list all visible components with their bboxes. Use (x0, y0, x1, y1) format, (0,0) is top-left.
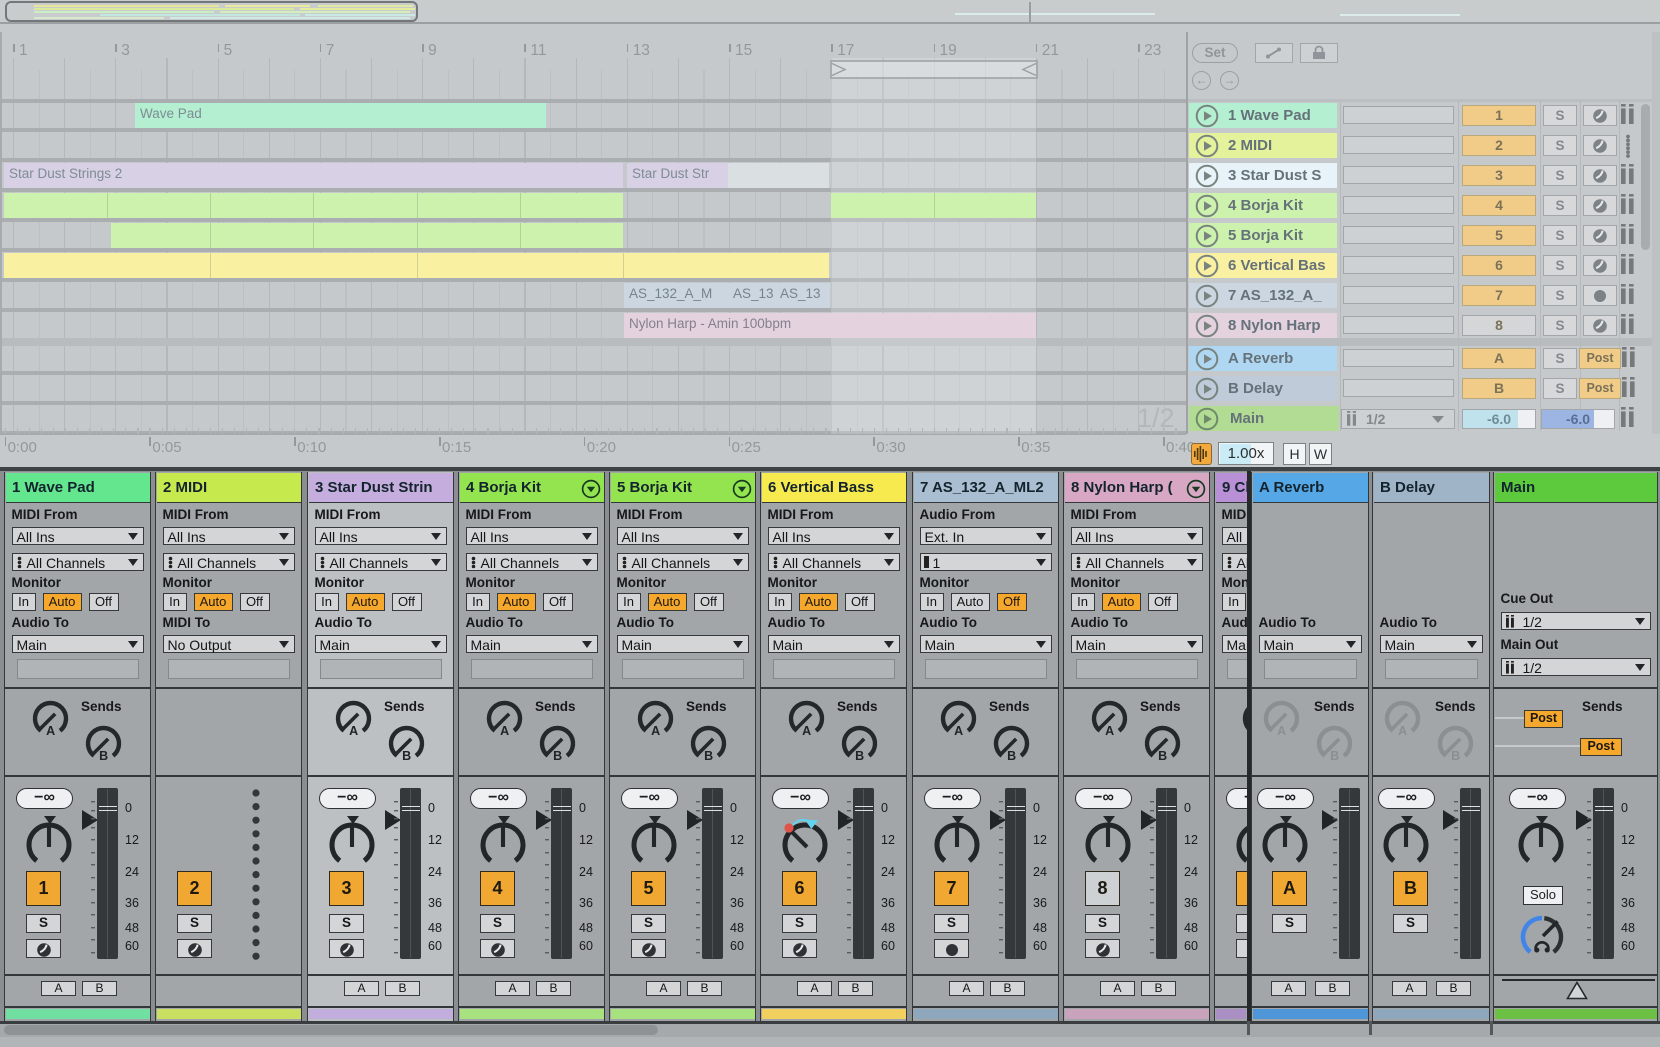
svg-text:B: B (402, 749, 411, 763)
svg-text:B: B (99, 749, 108, 763)
svg-text:A: A (46, 724, 55, 738)
svg-text:A: A (1105, 724, 1114, 738)
svg-text:B: B (553, 749, 562, 763)
svg-text:A: A (1277, 724, 1286, 738)
svg-text:A: A (1398, 724, 1407, 738)
svg-text:B: B (1451, 749, 1460, 763)
svg-text:B: B (1158, 749, 1167, 763)
svg-text:B: B (1330, 749, 1339, 763)
svg-text:B: B (855, 749, 864, 763)
svg-text:A: A (651, 724, 660, 738)
svg-text:A: A (500, 724, 509, 738)
svg-text:B: B (1007, 749, 1016, 763)
svg-text:A: A (349, 724, 358, 738)
svg-text:A: A (802, 724, 811, 738)
svg-text:A: A (954, 724, 963, 738)
svg-text:B: B (704, 749, 713, 763)
